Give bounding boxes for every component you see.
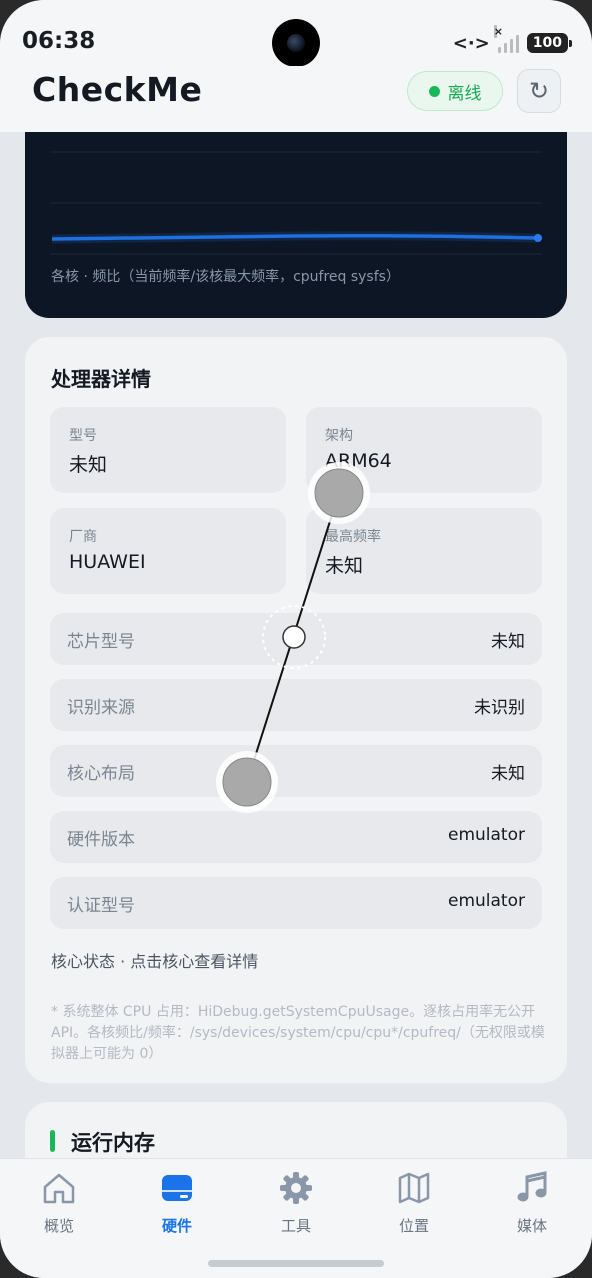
chart-series-glow — [51, 231, 539, 244]
cpu-footnote: * 系统整体 CPU 占用：HiDebug.getSystemCpuUsage。… — [51, 1004, 545, 1062]
row-hardware-version: 硬件版本 emulator — [50, 811, 542, 863]
core-status-link[interactable]: 核心状态 · 点击核心查看详情 — [51, 948, 258, 972]
cpu-frequency-chart — [50, 151, 542, 255]
tile-architecture: 架构 ARM64 — [306, 407, 542, 493]
row-core-layout: 核心布局 未知 — [50, 745, 542, 797]
status-icons: <·> × 100 — [452, 25, 573, 56]
tile-value: 未知 — [69, 454, 108, 476]
memory-card-title: 运行内存 — [71, 1131, 155, 1155]
memory-card: 运行内存 — [25, 1102, 567, 1158]
tile-model: 型号 未知 — [50, 407, 286, 493]
storage-icon — [162, 1175, 192, 1201]
tab-label: 工具 — [280, 1217, 311, 1235]
app-header: CheckMe 离线 ↻ — [0, 66, 592, 132]
tile-value: 未知 — [325, 555, 364, 577]
row-certified-model: 认证型号 emulator — [50, 877, 542, 929]
tile-label: 厂商 — [69, 529, 97, 545]
processor-details-title: 处理器详情 — [51, 367, 151, 391]
home-icon — [43, 1173, 75, 1204]
tile-label: 型号 — [69, 428, 97, 444]
cpu-frequency-chart-card: 各核 · 频比（当前频率/该核最大频率，cpufreq sysfs） — [25, 132, 567, 318]
gear-icon — [280, 1172, 312, 1204]
row-value: 未知 — [491, 632, 525, 652]
tab-label: 概览 — [43, 1217, 74, 1235]
tab-label: 位置 — [398, 1217, 429, 1235]
row-value: 未识别 — [474, 698, 525, 718]
tile-max-frequency: 最高频率 未知 — [306, 508, 542, 594]
status-bar: 06:38 <·> × 100 — [0, 0, 592, 67]
music-note-icon — [517, 1171, 547, 1202]
tile-value: HUAWEI — [69, 551, 146, 573]
row-detection-source: 识别来源 未识别 — [50, 679, 542, 731]
row-value: 未知 — [491, 764, 525, 784]
status-dot-icon — [428, 85, 440, 97]
map-icon — [398, 1172, 430, 1204]
row-value: emulator — [448, 891, 525, 911]
tile-label: 架构 — [325, 428, 353, 444]
tile-value: ARM64 — [325, 450, 392, 472]
main-content[interactable]: 各核 · 频比（当前频率/该核最大频率，cpufreq sysfs） 处理器详情… — [0, 132, 592, 1158]
row-label: 认证型号 — [67, 896, 135, 916]
status-time: 06:38 — [22, 28, 96, 54]
chart-caption: 各核 · 频比（当前频率/该核最大频率，cpufreq sysfs） — [51, 269, 400, 285]
row-label: 芯片型号 — [67, 632, 135, 652]
tab-label: 媒体 — [516, 1217, 547, 1235]
refresh-button[interactable]: ↻ — [517, 69, 561, 113]
signal-icon: × — [493, 25, 519, 53]
tile-label: 最高频率 — [325, 529, 381, 545]
tab-hardware[interactable]: 硬件 — [137, 1169, 217, 1239]
tab-label: 硬件 — [161, 1217, 192, 1235]
tile-vendor: 厂商 HUAWEI — [50, 508, 286, 594]
row-value: emulator — [448, 825, 525, 845]
connection-status-badge[interactable]: 离线 — [407, 71, 503, 111]
tab-tools[interactable]: 工具 — [256, 1169, 336, 1239]
phone-screen: 06:38 <·> × 100 CheckMe 离线 ↻ 各核 · 频比（当前频… — [0, 0, 592, 1278]
refresh-icon: ↻ — [528, 77, 550, 105]
tab-media[interactable]: 媒体 — [492, 1169, 572, 1239]
row-label: 识别来源 — [67, 698, 135, 718]
row-label: 硬件版本 — [67, 830, 135, 850]
data-transfer-icon: <·> — [452, 32, 490, 54]
tab-location[interactable]: 位置 — [374, 1169, 454, 1239]
row-label: 核心布局 — [67, 764, 135, 784]
section-accent-bar — [50, 1130, 55, 1152]
connection-status-label: 离线 — [447, 83, 482, 104]
app-title: CheckMe — [32, 70, 203, 109]
front-camera — [272, 19, 320, 67]
home-indicator[interactable] — [208, 1260, 384, 1267]
battery-icon: 100 — [526, 33, 573, 53]
row-chip-model: 芯片型号 未知 — [50, 613, 542, 665]
chart-end-point — [534, 234, 542, 242]
processor-details-card: 处理器详情 型号 未知 架构 ARM64 厂商 HUAWEI 最高频率 未知 芯… — [25, 337, 567, 1083]
tab-overview[interactable]: 概览 — [19, 1169, 99, 1239]
